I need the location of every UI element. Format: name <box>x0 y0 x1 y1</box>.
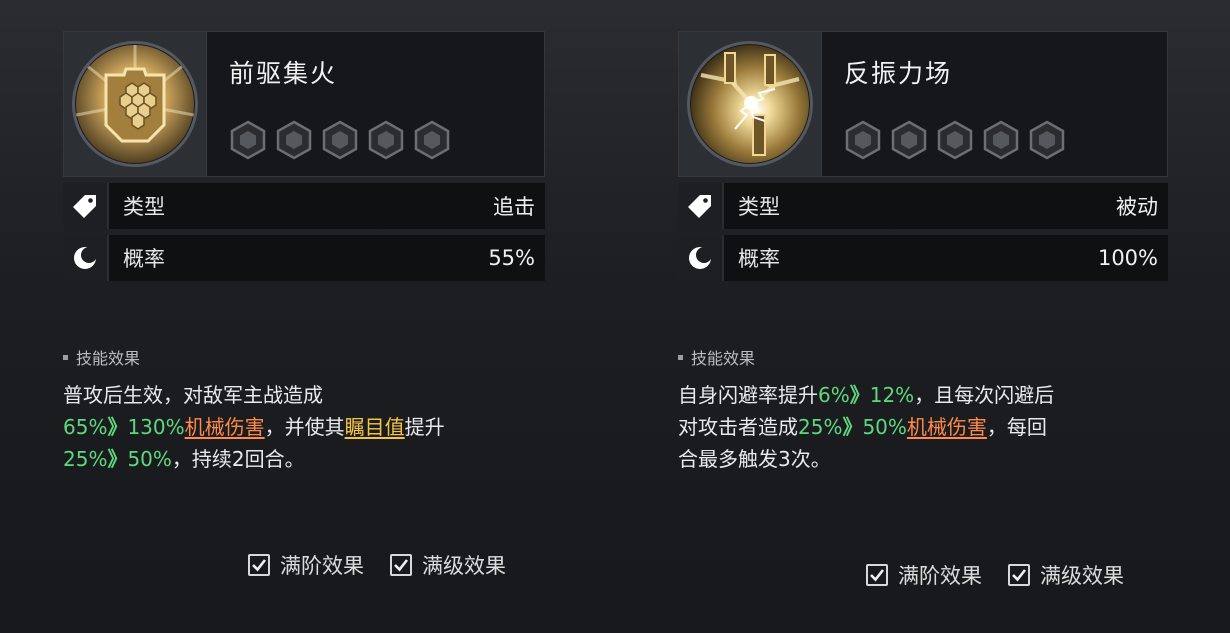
rank-hexagon-icon <box>844 120 882 160</box>
upgrade-arrow-icon: 》 <box>107 415 128 439</box>
chance-row: 概率 100% <box>678 235 1168 281</box>
rank-stars <box>229 120 544 160</box>
full-rank-label: 满阶效果 <box>898 564 982 588</box>
checkmark-icon[interactable] <box>866 564 888 586</box>
moon-icon <box>678 235 724 281</box>
skill-description: 普攻后生效，对敌军主战造成 65%》130%机械伤害，并使其瞩目值提升 25%》… <box>63 379 545 475</box>
type-row: 类型 追击 <box>63 183 545 229</box>
full-rank-checkbox[interactable]: 满阶效果 <box>866 560 982 590</box>
bullet-icon <box>63 354 68 360</box>
type-row: 类型 被动 <box>678 183 1168 229</box>
desc-text: 自身闪避率提升 <box>678 383 818 407</box>
full-level-label: 满级效果 <box>1040 564 1124 588</box>
chance-value: 55% <box>488 246 535 270</box>
desc-text: ，持续2回合。 <box>171 447 305 471</box>
checkmark-icon[interactable] <box>248 554 270 576</box>
value-base: 65% <box>63 415 108 439</box>
rank-hexagon-icon <box>367 120 405 160</box>
rank-hexagon-icon <box>890 120 928 160</box>
type-label: 类型 <box>123 195 165 219</box>
desc-text: 提升 <box>404 415 445 439</box>
armor-emblem-icon <box>72 41 198 167</box>
desc-line: 自身闪避率提升6%》12%，且每次闪避后 <box>678 379 1168 411</box>
skill-header-info: 前驱集火 <box>207 32 544 176</box>
value-base: 6% <box>818 383 850 407</box>
effect-title-text: 技能效果 <box>76 349 141 368</box>
skill-description: 自身闪避率提升6%》12%，且每次闪避后 对攻击者造成25%》50%机械伤害，每… <box>678 379 1168 475</box>
desc-line: 对攻击者造成25%》50%机械伤害，每回 <box>678 411 1168 443</box>
skill-header: 反振力场 <box>678 31 1168 177</box>
effect-title-text: 技能效果 <box>691 349 756 368</box>
damage-type-link[interactable]: 机械伤害 <box>907 415 987 439</box>
value-base: 25% <box>798 415 843 439</box>
type-value: 被动 <box>1116 195 1158 219</box>
value-max: 50% <box>862 415 907 439</box>
moon-icon <box>63 235 109 281</box>
chance-label: 概率 <box>123 247 165 271</box>
desc-line: 25%》50%，持续2回合。 <box>63 443 545 475</box>
skill-card-fanzhen: 反振力场 类型 被动 概率 100% 技能效果 自身闪避率提升6%》12%，且每… <box>678 31 1168 475</box>
rank-hexagon-icon <box>936 120 974 160</box>
tag-icon <box>63 183 109 229</box>
full-rank-label: 满阶效果 <box>280 554 364 578</box>
right-checkboxes: 满阶效果 满级效果 <box>866 560 1124 590</box>
skill-name: 反振力场 <box>844 59 953 88</box>
rank-hexagon-icon <box>1028 120 1066 160</box>
desc-text: 普攻后生效，对敌军主战造成 <box>63 383 323 407</box>
desc-line: 普攻后生效，对敌军主战造成 <box>63 379 545 411</box>
rank-hexagon-icon <box>982 120 1020 160</box>
value-max: 50% <box>127 447 172 471</box>
desc-text: ，并使其 <box>264 415 345 439</box>
chance-value: 100% <box>1097 246 1158 270</box>
rank-stars <box>844 120 1167 160</box>
value-max: 12% <box>869 383 915 407</box>
desc-text: 合最多触发3次。 <box>678 447 831 471</box>
chance-row: 概率 55% <box>63 235 545 281</box>
tag-icon <box>678 183 724 229</box>
rank-hexagon-icon <box>275 120 313 160</box>
full-level-checkbox[interactable]: 满级效果 <box>390 550 506 580</box>
desc-text: 对攻击者造成 <box>678 415 798 439</box>
chance-label: 概率 <box>738 247 780 271</box>
desc-text: ，且每次闪避后 <box>914 383 1055 407</box>
damage-type-link[interactable]: 机械伤害 <box>185 415 265 439</box>
skill-name: 前驱集火 <box>229 59 338 88</box>
upgrade-arrow-icon: 》 <box>842 415 863 439</box>
full-level-checkbox[interactable]: 满级效果 <box>1008 560 1124 590</box>
buff-keyword-link[interactable]: 瞩目值 <box>345 415 405 439</box>
skill-icon-box <box>679 32 822 176</box>
left-checkboxes: 满阶效果 满级效果 <box>248 550 506 580</box>
desc-text: ，每回 <box>986 415 1047 439</box>
effect-title: 技能效果 <box>678 345 1168 369</box>
checkmark-icon[interactable] <box>390 554 412 576</box>
skill-header-info: 反振力场 <box>822 32 1167 176</box>
rank-hexagon-icon <box>229 120 267 160</box>
value-max: 130% <box>127 415 185 439</box>
bullet-icon <box>678 354 683 360</box>
value-base: 25% <box>63 447 108 471</box>
lightning-field-icon <box>687 41 813 167</box>
skill-icon-box <box>64 32 207 176</box>
upgrade-arrow-icon: 》 <box>849 383 870 407</box>
skill-card-qianqu: 前驱集火 类型 追击 概率 55% 技能效果 普攻后生效，对敌军主战造成 65%… <box>63 31 545 475</box>
type-value: 追击 <box>493 195 535 219</box>
desc-line: 65%》130%机械伤害，并使其瞩目值提升 <box>63 411 545 443</box>
rank-hexagon-icon <box>321 120 359 160</box>
type-label: 类型 <box>738 195 780 219</box>
full-rank-checkbox[interactable]: 满阶效果 <box>248 550 364 580</box>
checkmark-icon[interactable] <box>1008 564 1030 586</box>
upgrade-arrow-icon: 》 <box>107 447 128 471</box>
desc-line: 合最多触发3次。 <box>678 443 1168 475</box>
full-level-label: 满级效果 <box>422 554 506 578</box>
effect-title: 技能效果 <box>63 345 545 369</box>
rank-hexagon-icon <box>413 120 451 160</box>
skill-header: 前驱集火 <box>63 31 545 177</box>
